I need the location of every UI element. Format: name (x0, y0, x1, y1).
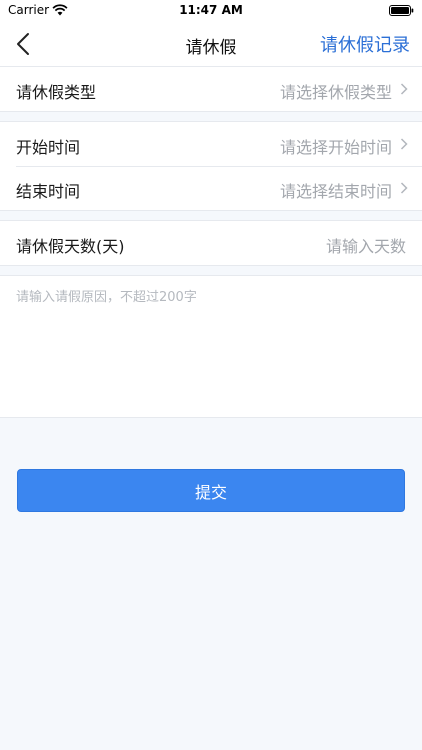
start-time-label: 开始时间 (16, 138, 81, 157)
chevron-right-icon (400, 182, 408, 194)
leave-records-button[interactable]: 请休假记录 (320, 31, 410, 57)
leave-type-label: 请休假类型 (16, 83, 97, 102)
battery-icon (389, 5, 414, 16)
end-time-label: 结束时间 (16, 182, 81, 201)
leave-type-row[interactable]: 请休假类型 请选择休假类型 (0, 67, 422, 111)
chevron-right-icon (400, 83, 408, 95)
status-time: 11:47 AM (179, 3, 243, 17)
reason-area (0, 275, 422, 418)
time-group: 开始时间 请选择开始时间 结束时间 请选择结束时间 (0, 121, 422, 211)
submit-button[interactable]: 提交 (17, 469, 405, 512)
start-time-placeholder: 请选择开始时间 (279, 138, 392, 157)
end-time-row[interactable]: 结束时间 请选择结束时间 (0, 166, 422, 210)
navigation-bar: 请休假 请休假记录 (0, 22, 422, 67)
leave-type-placeholder: 请选择休假类型 (279, 83, 392, 102)
start-time-row[interactable]: 开始时间 请选择开始时间 (0, 122, 422, 166)
reason-textarea[interactable] (16, 286, 406, 406)
leave-type-group: 请休假类型 请选择休假类型 (0, 66, 422, 112)
chevron-right-icon (400, 138, 408, 150)
end-time-placeholder: 请选择结束时间 (279, 182, 392, 201)
status-bar: Carrier 11:47 AM (0, 0, 422, 22)
days-row[interactable]: 请休假天数(天) 请输入天数 (0, 221, 422, 265)
days-label: 请休假天数(天) (16, 237, 125, 256)
days-input[interactable]: 请输入天数 (326, 233, 406, 257)
days-group: 请休假天数(天) 请输入天数 (0, 220, 422, 266)
